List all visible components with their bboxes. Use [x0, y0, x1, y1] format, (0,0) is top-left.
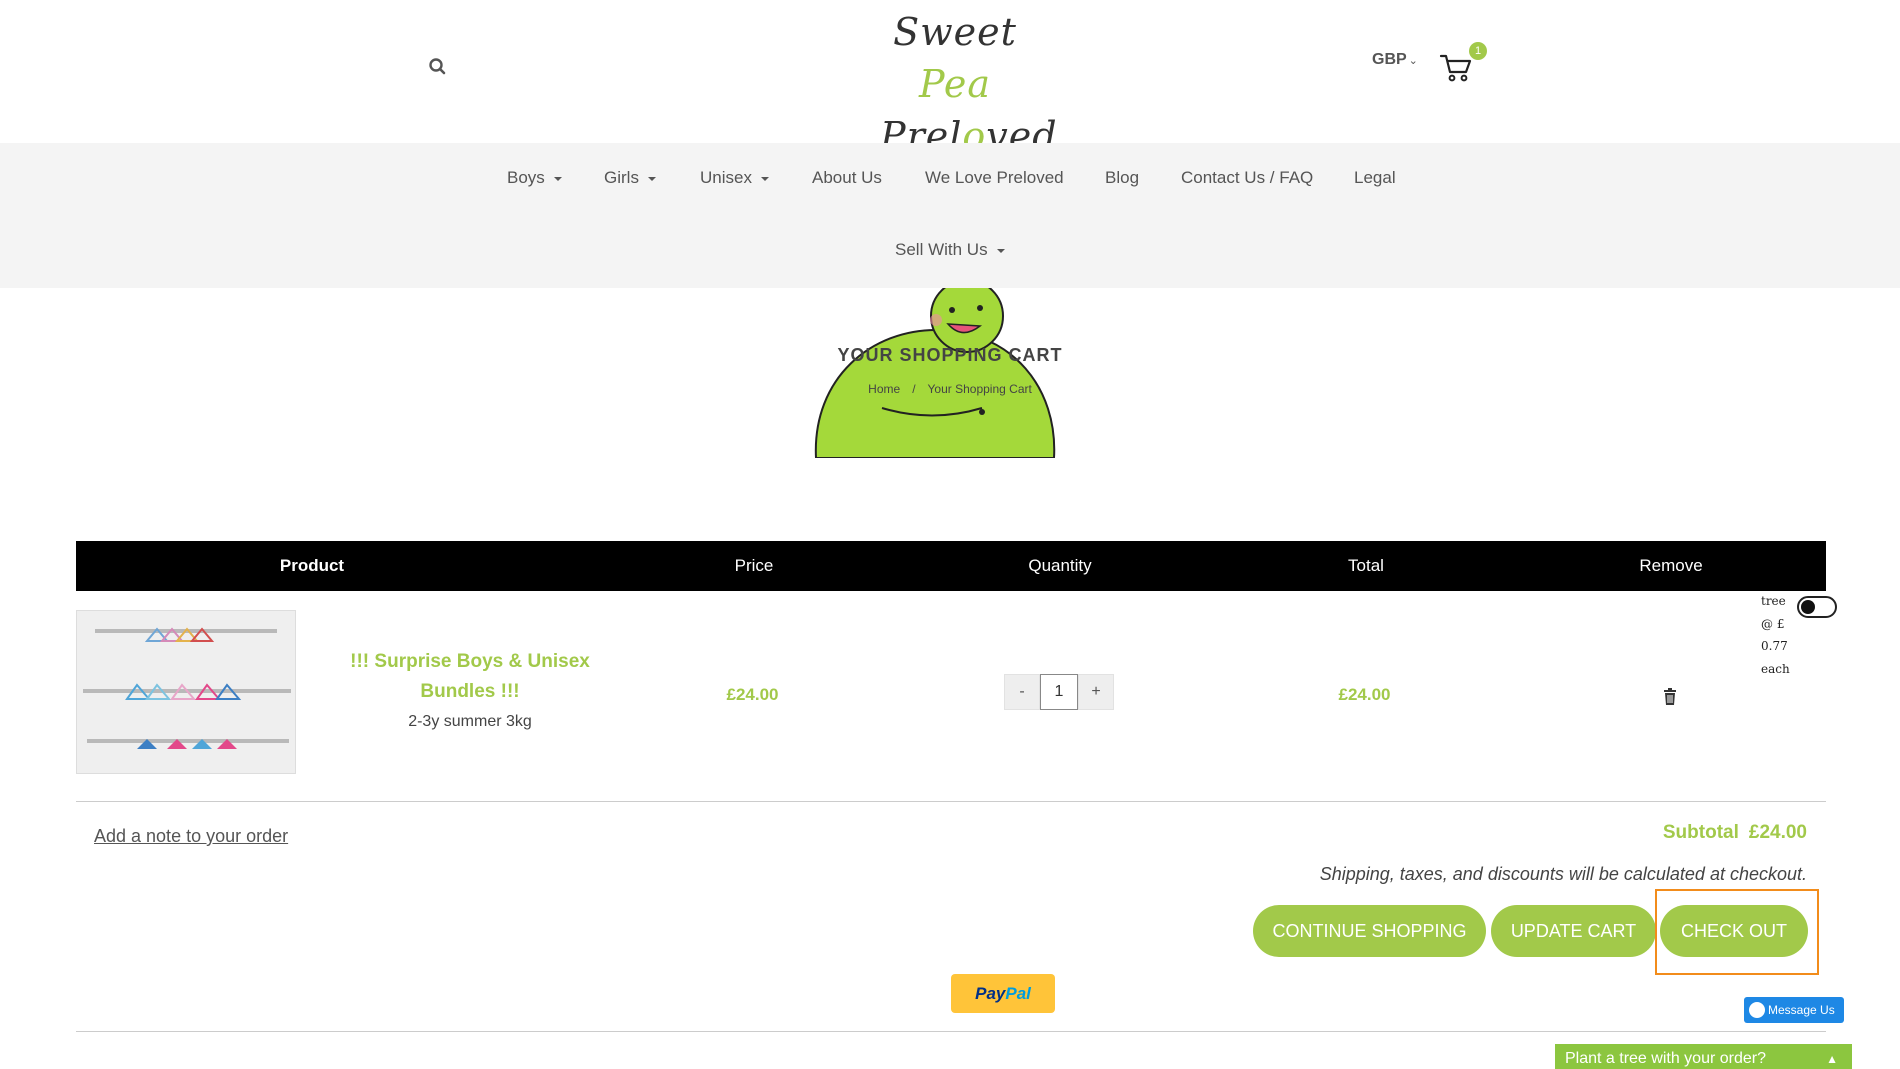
nav-item-contact-faq[interactable]: Contact Us / FAQ — [1181, 168, 1313, 188]
plant-tree-bar-label: Plant a tree with your order? — [1565, 1050, 1766, 1067]
breadcrumb-separator: / — [912, 382, 916, 396]
messenger-label: Message Us — [1768, 1003, 1835, 1017]
nav-item-label: Legal — [1354, 168, 1396, 187]
breadcrumb: Home / Your Shopping Cart — [0, 382, 1900, 396]
breadcrumb-home-link[interactable]: Home — [868, 382, 900, 396]
nav-item-boys[interactable]: Boys — [507, 168, 562, 188]
paypal-logo-part-1: Pay — [975, 984, 1006, 1003]
nav-item-unisex[interactable]: Unisex — [700, 168, 769, 188]
nav-item-label: Contact Us / FAQ — [1181, 168, 1314, 187]
quantity-increase-button[interactable]: + — [1078, 674, 1114, 710]
page-title: YOUR SHOPPING CART — [837, 345, 1063, 365]
trash-icon[interactable] — [1662, 688, 1678, 706]
nav-item-sell-with-us[interactable]: Sell With Us — [895, 240, 1005, 260]
subtotal-amount: £24.00 — [1748, 822, 1807, 843]
subtotal-label: Subtotal — [1662, 822, 1739, 843]
quantity-input[interactable]: 1 — [1040, 674, 1078, 710]
nav-item-label: Girls — [604, 168, 639, 187]
hangers-image — [77, 611, 295, 773]
tree-offer-text: tree @ £ 0.77 each — [1761, 594, 1790, 676]
messenger-icon — [1749, 1002, 1765, 1018]
nav-item-label: Sell With Us — [895, 240, 988, 259]
nav-item-label: Unisex — [700, 168, 752, 187]
chevron-up-icon: ▲ — [1826, 1052, 1838, 1066]
cart-icon[interactable] — [1439, 50, 1473, 84]
plant-tree-toggle[interactable] — [1797, 596, 1837, 618]
checkout-button[interactable]: CHECK OUT — [1660, 905, 1808, 957]
column-header-price: Price — [734, 556, 774, 575]
shipping-note: Shipping, taxes, and discounts will be c… — [1319, 864, 1807, 884]
column-header-quantity: Quantity — [1028, 556, 1092, 575]
site-header: Sweet Pea Preloved GBP ⌄ 1 — [0, 0, 1900, 158]
paypal-logo-part-2: Pal — [1005, 984, 1031, 1003]
subtotal: Subtotal £24.00 — [1663, 822, 1807, 844]
caret-down-icon — [996, 248, 1005, 253]
column-header-remove: Remove — [1639, 556, 1703, 575]
currency-label: GBP — [1372, 51, 1407, 68]
main-nav: Boys Girls Unisex About Us We Love Prelo… — [0, 143, 1900, 288]
nav-item-girls[interactable]: Girls — [604, 168, 656, 188]
product-thumbnail[interactable] — [76, 610, 296, 774]
quantity-decrease-button[interactable]: - — [1004, 674, 1040, 710]
pea-mascot-illustration — [814, 288, 1056, 458]
column-header-product: Product — [279, 556, 345, 575]
breadcrumb-current: Your Shopping Cart — [927, 382, 1032, 396]
currency-selector[interactable]: GBP ⌄ — [1372, 51, 1418, 69]
nav-item-label: About Us — [812, 168, 882, 187]
add-note-link[interactable]: Add a note to your order — [94, 826, 288, 847]
nav-item-we-love-preloved[interactable]: We Love Preloved — [925, 168, 1064, 188]
nav-item-label: We Love Preloved — [925, 168, 1064, 187]
product-name-link[interactable]: !!! Surprise Boys & Unisex Bundles !!! — [335, 647, 605, 707]
quantity-stepper: - 1 + — [1004, 674, 1114, 710]
item-total: £24.00 — [1338, 685, 1391, 704]
caret-down-icon — [553, 176, 562, 181]
nav-item-blog[interactable]: Blog — [1105, 168, 1139, 188]
row-divider — [76, 801, 1826, 802]
logo-line-1: Sweet Pea — [893, 10, 1017, 106]
site-logo[interactable]: Sweet Pea Preloved — [880, 6, 1057, 158]
plant-tree-bar[interactable]: Plant a tree with your order? ▲ — [1555, 1044, 1852, 1069]
chevron-down-icon: ⌄ — [1408, 55, 1418, 67]
section-divider — [76, 1031, 1826, 1032]
nav-item-legal[interactable]: Legal — [1354, 168, 1396, 188]
nav-item-about-us[interactable]: About Us — [812, 168, 882, 188]
column-header-total: Total — [1348, 556, 1384, 575]
messenger-button[interactable]: Message Us — [1744, 997, 1844, 1023]
paypal-button[interactable]: PayPal — [951, 974, 1055, 1013]
continue-shopping-button[interactable]: CONTINUE SHOPPING — [1253, 905, 1486, 957]
cart-table-header: Product Price Quantity Total Remove — [76, 541, 1826, 591]
product-variant: 2-3y summer 3kg — [408, 713, 532, 730]
caret-down-icon — [647, 176, 656, 181]
search-icon[interactable] — [427, 56, 449, 78]
caret-down-icon — [760, 176, 769, 181]
update-cart-button[interactable]: UPDATE CART — [1491, 905, 1656, 957]
cart-count-badge: 1 — [1469, 42, 1487, 60]
item-price: £24.00 — [726, 685, 779, 704]
nav-item-label: Blog — [1105, 168, 1140, 187]
toggle-knob — [1801, 600, 1815, 614]
nav-item-label: Boys — [507, 168, 545, 187]
